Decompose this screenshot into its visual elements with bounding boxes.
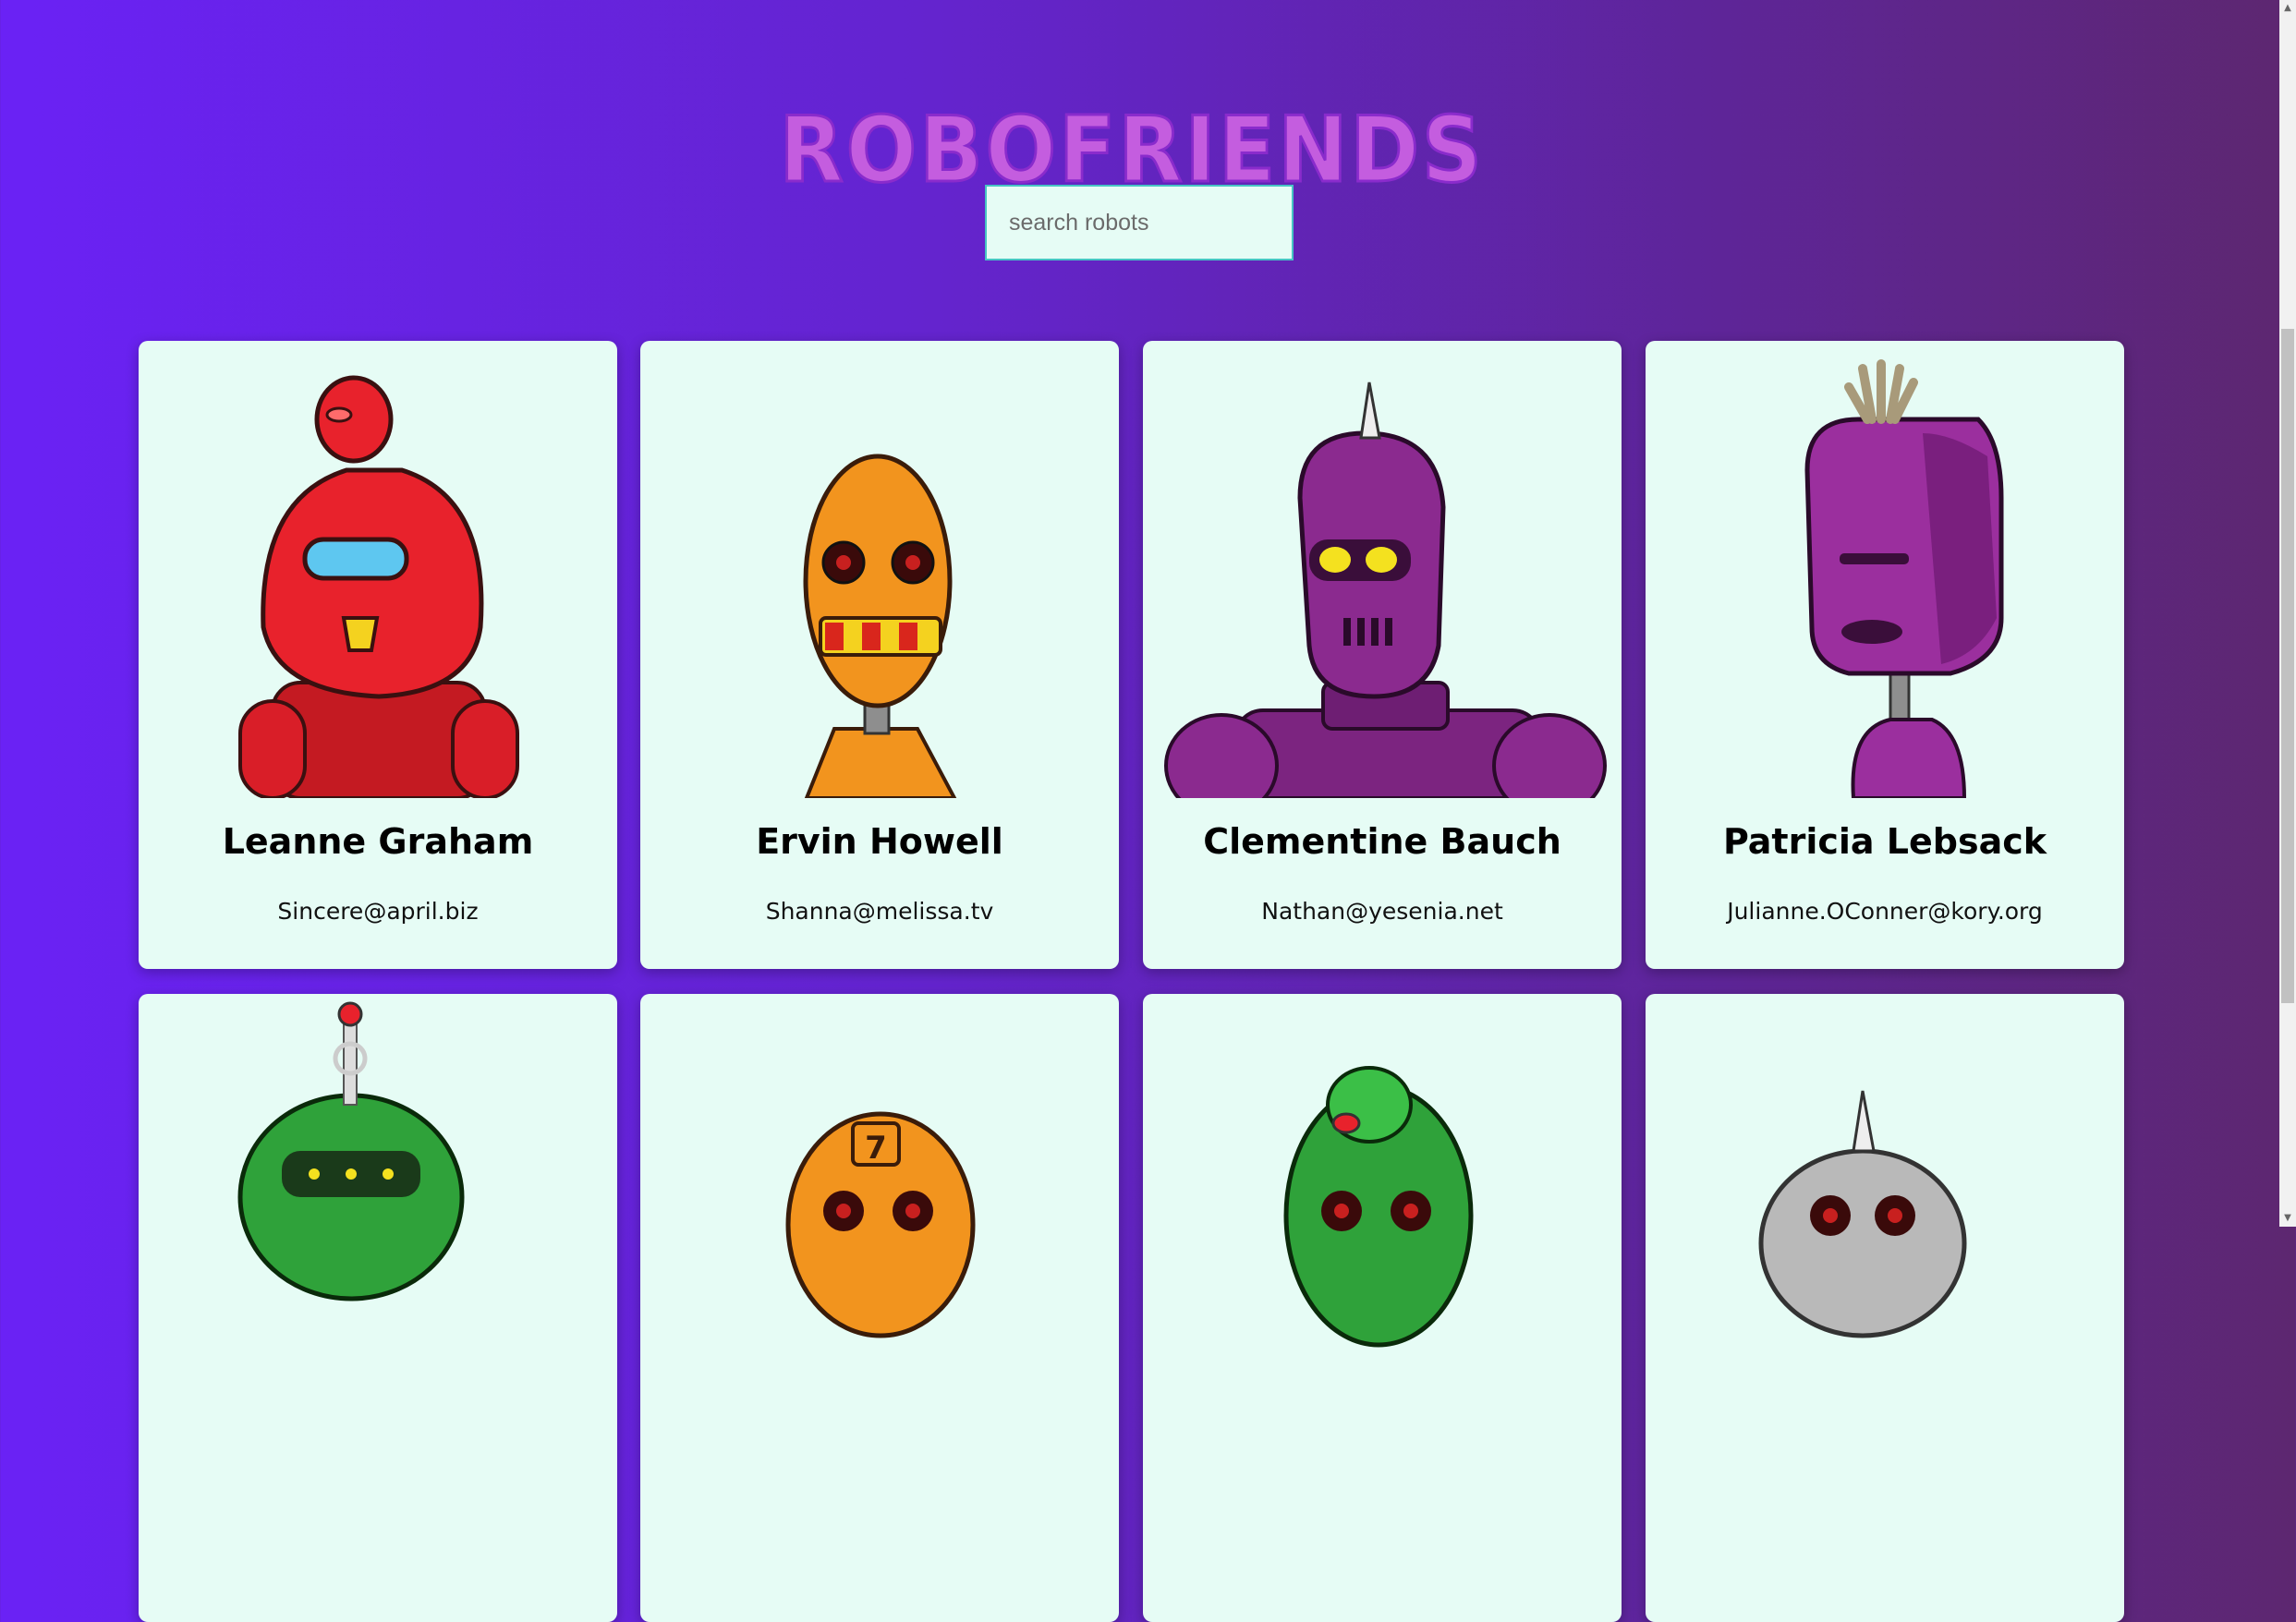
robot-card[interactable]: Ervin Howell Shanna@melissa.tv — [640, 341, 1119, 969]
robot-name: Leanne Graham — [222, 821, 534, 862]
robot-card[interactable]: 7 — [640, 994, 1119, 1622]
robot-card[interactable]: Patricia Lebsack Julianne.OConner@kory.o… — [1646, 341, 2124, 969]
svg-text:7: 7 — [865, 1130, 887, 1167]
robot-avatar — [139, 994, 617, 1451]
robot-avatar — [1143, 994, 1622, 1451]
scroll-up-arrow-icon[interactable]: ▲ — [2279, 0, 2296, 17]
robot-card[interactable] — [1143, 994, 1622, 1622]
robot-name: Patricia Lebsack — [1722, 821, 2047, 862]
robot-card[interactable]: Leanne Graham Sincere@april.biz — [139, 341, 617, 969]
robot-name: Ervin Howell — [756, 821, 1003, 862]
robot-card[interactable] — [139, 994, 617, 1622]
robot-name: Clementine Bauch — [1203, 821, 1561, 862]
robot-email: Sincere@april.biz — [277, 898, 479, 925]
robot-avatar — [139, 341, 617, 800]
robot-avatar — [1646, 994, 2124, 1451]
robot-card[interactable] — [1646, 994, 2124, 1622]
robot-avatar — [1646, 341, 2124, 800]
scrollbar[interactable]: ▲ ▼ — [2279, 0, 2296, 1227]
robot-avatar — [1143, 341, 1622, 818]
scroll-down-arrow-icon[interactable]: ▼ — [2279, 1210, 2296, 1227]
robot-email: Nathan@yesenia.net — [1261, 898, 1503, 925]
robot-email: Shanna@melissa.tv — [765, 898, 994, 925]
robot-card[interactable]: Clementine Bauch Nathan@yesenia.net — [1143, 341, 1622, 969]
robot-avatar — [640, 341, 1119, 800]
search-input[interactable] — [985, 185, 1294, 260]
robot-avatar: 7 — [640, 994, 1119, 1451]
scroll-thumb[interactable] — [2281, 329, 2294, 1003]
robot-email: Julianne.OConner@kory.org — [1727, 898, 2043, 925]
